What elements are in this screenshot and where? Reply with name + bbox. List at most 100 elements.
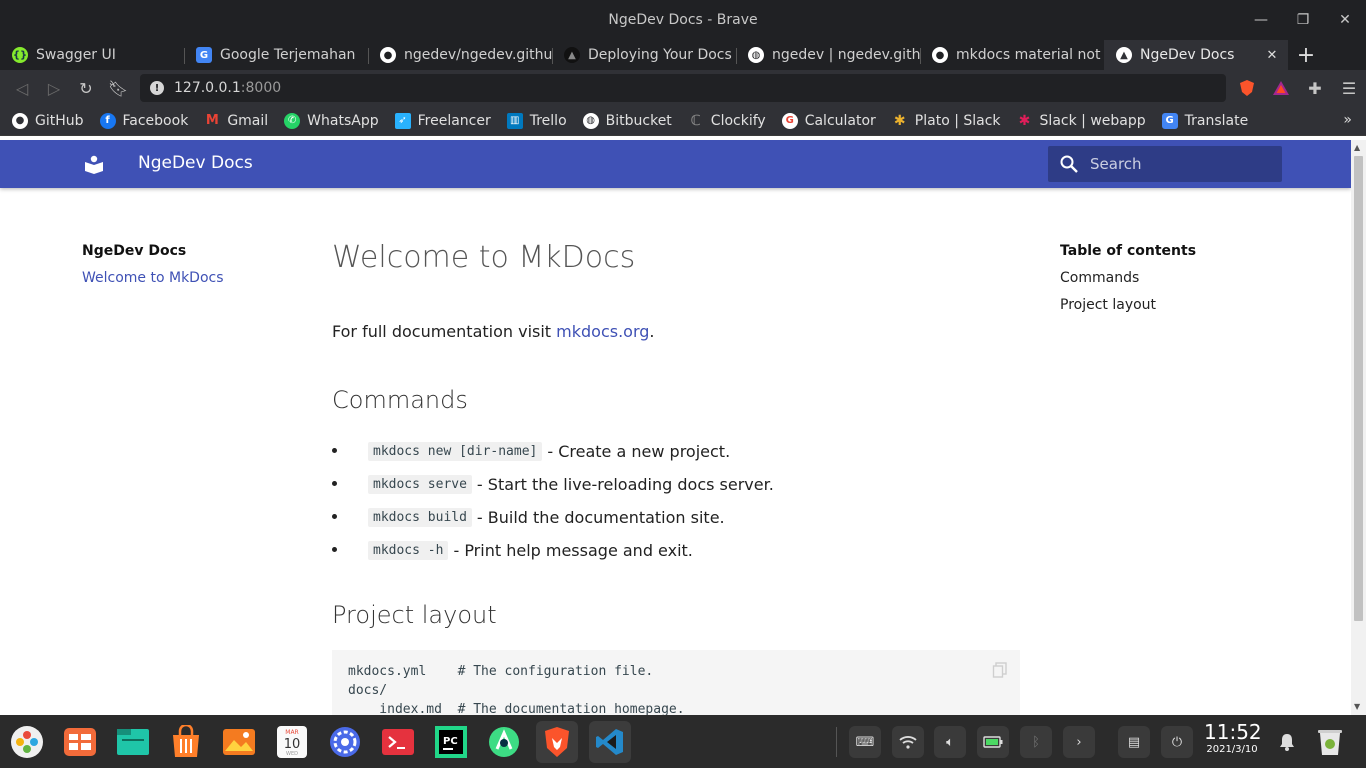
- scrollbar-thumb[interactable]: [1354, 156, 1363, 621]
- android-studio-icon[interactable]: [483, 721, 525, 763]
- vscode-icon[interactable]: [589, 720, 631, 763]
- toc-item-project-layout[interactable]: Project layout: [1060, 297, 1156, 313]
- scroll-down-icon[interactable]: ▼: [1354, 702, 1360, 711]
- bookmark-bitbucket[interactable]: ◍ Bitbucket: [582, 112, 672, 129]
- bookmarks-overflow-icon[interactable]: »: [1343, 112, 1352, 128]
- bookmark-facebook[interactable]: f Facebook: [99, 112, 189, 129]
- minimize-icon[interactable]: —: [1240, 0, 1282, 40]
- bookmark-label: GitHub: [35, 112, 84, 129]
- wifi-icon[interactable]: [892, 726, 924, 758]
- launcher-icon[interactable]: [6, 721, 48, 763]
- toolbar-extensions: ✚ ☰: [1230, 70, 1366, 106]
- code-line: index.md # The documentation homepage.: [348, 702, 685, 715]
- bookmark-gmail[interactable]: M Gmail: [204, 113, 268, 129]
- multitask-view-icon[interactable]: [59, 721, 101, 763]
- tab-deploying-docs[interactable]: ▲ Deploying Your Docs -: [552, 40, 736, 70]
- command-desc: - Start the live-reloading docs server.: [476, 475, 774, 494]
- trash-icon[interactable]: [1314, 726, 1346, 758]
- scroll-up-icon[interactable]: ▲: [1354, 143, 1360, 152]
- bookmark-freelancer[interactable]: ➶ Freelancer: [394, 112, 491, 129]
- page-viewport: NgeDev Docs Search NgeDev Docs Welcome t…: [0, 140, 1351, 715]
- book-logo-icon[interactable]: [82, 152, 106, 176]
- slack-icon: ✱: [893, 112, 906, 129]
- app-store-icon[interactable]: [165, 721, 207, 763]
- expand-tray-icon[interactable]: ›: [1063, 726, 1095, 758]
- forward-icon[interactable]: ▷: [38, 72, 70, 104]
- tab-label: Google Terjemahan: [220, 47, 356, 63]
- menu-icon[interactable]: ☰: [1332, 79, 1366, 98]
- bookmark-icon[interactable]: 🔖︎: [102, 72, 134, 104]
- battery-icon[interactable]: [977, 726, 1009, 758]
- calendar-day: 10: [284, 737, 301, 752]
- command-desc: - Print help message and exit.: [453, 541, 693, 560]
- bluetooth-icon[interactable]: ᛒ: [1020, 726, 1052, 758]
- site-info-icon[interactable]: !: [150, 81, 164, 95]
- list-item: mkdocs serve - Start the live-reloading d…: [332, 468, 774, 501]
- page-title: Welcome to MkDocs: [332, 240, 636, 275]
- power-icon[interactable]: ⏻︎: [1161, 726, 1193, 758]
- globe-icon: ◍: [582, 112, 599, 129]
- screen-keyboard-icon[interactable]: ▤: [1118, 726, 1150, 758]
- bookmark-plato-slack[interactable]: ✱ Plato | Slack: [892, 113, 1001, 129]
- keyboard-icon[interactable]: ⌨︎: [849, 726, 881, 758]
- command-desc: - Build the documentation site.: [476, 508, 725, 527]
- github-icon: ●: [932, 47, 948, 63]
- window-title: NgeDev Docs - Brave: [608, 12, 758, 28]
- reload-icon[interactable]: ↻: [70, 72, 102, 104]
- tab-mkdocs-material[interactable]: ● mkdocs material not w: [920, 40, 1104, 70]
- gmail-icon: M: [205, 113, 219, 128]
- search-icon: [1048, 154, 1090, 174]
- copy-icon[interactable]: [992, 662, 1008, 678]
- extensions-icon[interactable]: ✚: [1298, 79, 1332, 98]
- bookmark-slack-webapp[interactable]: ✱ Slack | webapp: [1017, 113, 1146, 129]
- bookmark-whatsapp[interactable]: ✆ WhatsApp: [284, 112, 379, 129]
- tab-ngedev-pages[interactable]: ◍ ngedev | ngedev.gith: [736, 40, 920, 70]
- bookmark-label: Facebook: [122, 112, 189, 129]
- tab-label: Swagger UI: [36, 47, 116, 63]
- bookmark-clockify[interactable]: ℂ Clockify: [688, 113, 766, 129]
- close-window-icon[interactable]: ✕: [1324, 0, 1366, 40]
- close-tab-icon[interactable]: ✕: [1262, 48, 1282, 63]
- tab-swagger-ui[interactable]: {} Swagger UI: [0, 40, 184, 70]
- file-manager-icon[interactable]: [112, 721, 154, 763]
- settings-icon[interactable]: [324, 721, 366, 763]
- search-input[interactable]: Search: [1048, 146, 1282, 182]
- calendar-month: MAR: [285, 729, 298, 736]
- bookmark-label: Gmail: [227, 112, 269, 129]
- terminal-icon[interactable]: [377, 721, 419, 763]
- bookmark-translate[interactable]: G Translate: [1161, 112, 1248, 129]
- list-item: mkdocs -h - Print help message and exit.: [332, 534, 774, 567]
- address-bar[interactable]: ! 127.0.0.1:8000: [140, 74, 1226, 102]
- page-scrollbar[interactable]: ▲ ▼: [1351, 140, 1366, 715]
- new-tab-button[interactable]: +: [1288, 40, 1324, 70]
- image-viewer-icon[interactable]: [218, 721, 260, 763]
- brave-browser-icon[interactable]: [536, 720, 578, 763]
- facebook-icon: f: [99, 112, 116, 129]
- pycharm-icon[interactable]: PC: [430, 721, 472, 763]
- freelancer-icon: ➶: [394, 112, 411, 129]
- brave-rewards-icon[interactable]: [1264, 79, 1298, 97]
- globe-icon: ◍: [748, 47, 764, 63]
- restore-icon[interactable]: ❐: [1282, 0, 1324, 40]
- tab-ngedev-docs[interactable]: ▲ NgeDev Docs ✕: [1104, 40, 1288, 70]
- bookmark-trello[interactable]: ▥ Trello: [506, 112, 567, 129]
- tab-google-terjemahan[interactable]: G Google Terjemahan: [184, 40, 368, 70]
- bookmark-label: WhatsApp: [307, 112, 379, 129]
- back-icon[interactable]: ◁: [6, 72, 38, 104]
- mkdocs-link[interactable]: mkdocs.org: [556, 322, 649, 341]
- volume-icon[interactable]: 🔈︎: [934, 726, 966, 758]
- bookmarks-bar: ● GitHub f Facebook M Gmail ✆ WhatsApp ➶ Free…: [0, 106, 1366, 136]
- nav-item-welcome[interactable]: Welcome to MkDocs: [82, 270, 224, 286]
- brave-shields-icon[interactable]: [1230, 79, 1264, 97]
- calendar-icon[interactable]: MAR 10 WED: [271, 721, 313, 763]
- bookmark-calculator[interactable]: G Calculator: [781, 112, 876, 129]
- intro-end: .: [649, 322, 655, 341]
- notification-bell-icon[interactable]: [1271, 726, 1303, 758]
- toc-item-commands[interactable]: Commands: [1060, 270, 1139, 286]
- tab-ngedev-github[interactable]: ● ngedev/ngedev.githu: [368, 40, 552, 70]
- bookmark-github[interactable]: ● GitHub: [12, 112, 84, 129]
- intro-text: For full documentation visit: [332, 322, 557, 341]
- site-title[interactable]: NgeDev Docs: [138, 153, 253, 173]
- google-translate-icon: G: [196, 47, 212, 63]
- system-clock[interactable]: 11:52 2021/3/10: [1204, 720, 1262, 756]
